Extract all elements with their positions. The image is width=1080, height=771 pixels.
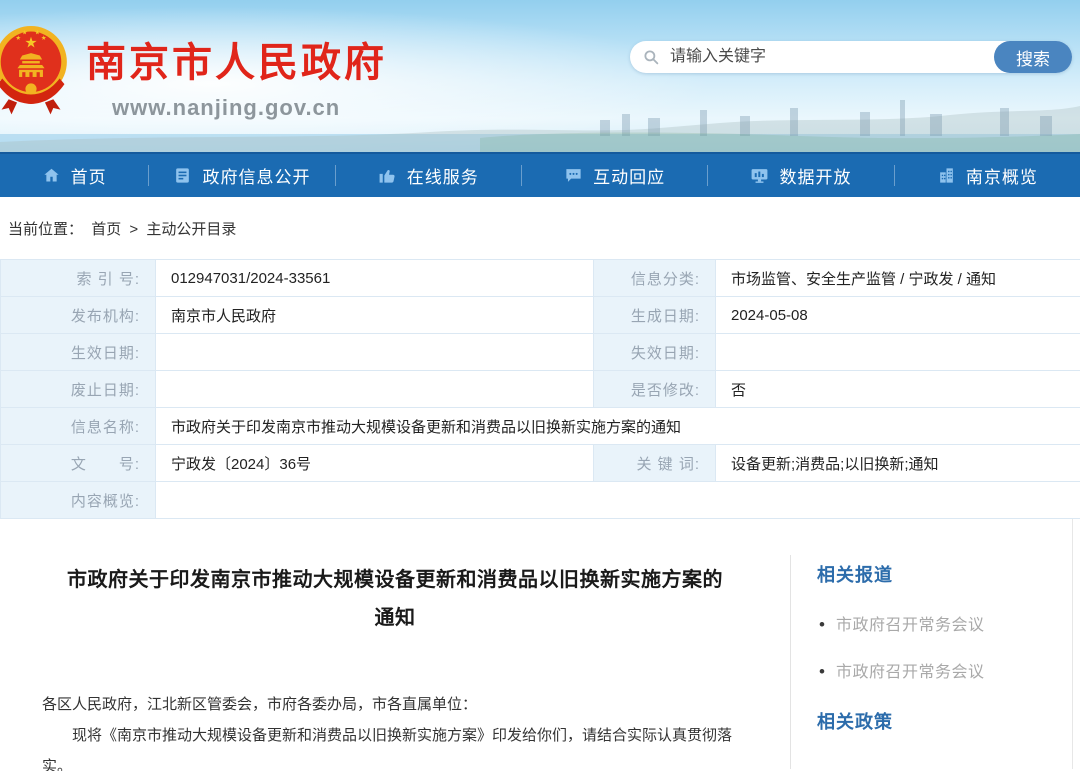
field-value-category: 市场监管、安全生产监管 / 宁政发 / 通知 <box>716 260 1080 297</box>
article-paragraph: 现将《南京市推动大规模设备更新和消费品以旧换新实施方案》印发给你们，请结合实际认… <box>42 720 748 771</box>
nav-item-home[interactable]: 首页 <box>0 154 148 197</box>
article-paragraph: 各区人民政府，江北新区管委会，市府各委办局，市各直属单位： <box>42 689 748 720</box>
table-row: 文 号: 宁政发〔2024〕36号 关 键 词: 设备更新;消费品;以旧换新;通… <box>1 445 1080 482</box>
nav-label: 在线服务 <box>407 163 479 188</box>
nav-label: 互动回应 <box>593 163 665 188</box>
article-section: 市政府关于印发南京市推动大规模设备更新和消费品以旧换新实施方案的通知 各区人民政… <box>0 519 1073 769</box>
nav-item-nanjing-overview[interactable]: 南京概览 <box>895 154 1080 197</box>
document-metadata-table: 索 引 号: 012947031/2024-33561 信息分类: 市场监管、安… <box>0 259 1080 519</box>
field-label-info-name: 信息名称: <box>1 408 156 445</box>
table-row: 废止日期: 是否修改: 否 <box>1 371 1080 408</box>
breadcrumb-current-link[interactable]: 主动公开目录 <box>146 221 236 238</box>
breadcrumb-label: 当前位置： <box>8 221 83 238</box>
article-title: 市政府关于印发南京市推动大规模设备更新和消费品以旧换新实施方案的通知 <box>67 561 723 637</box>
nav-label: 首页 <box>71 163 107 188</box>
table-row: 内容概览: <box>1 482 1080 519</box>
article-main: 市政府关于印发南京市推动大规模设备更新和消费品以旧换新实施方案的通知 各区人民政… <box>0 519 790 769</box>
field-label-abolition-date: 废止日期: <box>1 371 156 408</box>
field-label-category: 信息分类: <box>594 260 716 297</box>
building-icon <box>937 166 956 185</box>
bullet-icon: • <box>819 663 825 680</box>
page: 南京市人民政府 www.nanjing.gov.cn 搜索 首页 政府信息公开 … <box>0 0 1080 771</box>
list-item[interactable]: • 市政府召开常务会议 <box>819 658 1062 682</box>
field-label-modified: 是否修改: <box>594 371 716 408</box>
related-sidebar: 相关报道 • 市政府召开常务会议 • 市政府召开常务会议 相关政策 <box>790 555 1072 769</box>
field-value-index-no: 012947031/2024-33561 <box>156 260 594 297</box>
field-label-doc-number: 文 号: <box>1 445 156 482</box>
chat-icon <box>564 166 583 185</box>
breadcrumb: 当前位置： 首页 > 主动公开目录 <box>0 197 1080 259</box>
site-title: 南京市人民政府 <box>86 30 387 88</box>
document-icon <box>173 166 192 185</box>
field-value-issue-date: 2024-05-08 <box>716 297 1080 334</box>
sidebar-section-title-related-reports: 相关报道 <box>817 561 1062 587</box>
field-value-info-name: 市政府关于印发南京市推动大规模设备更新和消费品以旧换新实施方案的通知 <box>156 408 1080 445</box>
monitor-icon <box>750 166 769 185</box>
field-label-publisher: 发布机构: <box>1 297 156 334</box>
field-label-overview: 内容概览: <box>1 482 156 519</box>
search-button[interactable]: 搜索 <box>994 41 1072 73</box>
field-value-doc-number: 宁政发〔2024〕36号 <box>156 445 594 482</box>
search-bar: 搜索 <box>630 41 1072 73</box>
table-row: 生效日期: 失效日期: <box>1 334 1080 371</box>
list-item[interactable]: • 市政府召开常务会议 <box>819 611 1062 635</box>
national-emblem-logo <box>0 22 75 116</box>
nav-item-interaction[interactable]: 互动回应 <box>522 154 707 197</box>
sidebar-section-title-related-policies: 相关政策 <box>817 708 1062 734</box>
related-reports-list: • 市政府召开常务会议 • 市政府召开常务会议 <box>819 611 1062 682</box>
field-value-abolition-date <box>156 371 594 408</box>
breadcrumb-separator: > <box>129 221 138 238</box>
related-report-link: 市政府召开常务会议 <box>836 611 985 635</box>
nav-label: 政府信息公开 <box>202 163 310 188</box>
thumb-up-icon <box>378 166 397 185</box>
main-nav: 首页 政府信息公开 在线服务 互动回应 数据开放 南京概览 <box>0 152 1080 197</box>
field-label-effective-date: 生效日期: <box>1 334 156 371</box>
bullet-icon: • <box>819 616 825 633</box>
home-icon <box>42 166 61 185</box>
brand-block: 南京市人民政府 www.nanjing.gov.cn <box>86 30 387 121</box>
nav-item-online-services[interactable]: 在线服务 <box>336 154 521 197</box>
field-value-overview <box>156 482 1080 519</box>
field-label-issue-date: 生成日期: <box>594 297 716 334</box>
table-row: 发布机构: 南京市人民政府 生成日期: 2024-05-08 <box>1 297 1080 334</box>
related-report-link: 市政府召开常务会议 <box>836 658 985 682</box>
field-value-effective-date <box>156 334 594 371</box>
table-row: 索 引 号: 012947031/2024-33561 信息分类: 市场监管、安… <box>1 260 1080 297</box>
search-icon <box>642 48 660 66</box>
field-value-publisher: 南京市人民政府 <box>156 297 594 334</box>
nav-label: 数据开放 <box>779 163 851 188</box>
site-url: www.nanjing.gov.cn <box>112 95 387 121</box>
header-banner: 南京市人民政府 www.nanjing.gov.cn 搜索 <box>0 0 1080 152</box>
field-label-keywords: 关 键 词: <box>594 445 716 482</box>
field-value-expiry-date <box>716 334 1080 371</box>
field-label-expiry-date: 失效日期: <box>594 334 716 371</box>
nav-item-open-data[interactable]: 数据开放 <box>708 154 893 197</box>
nav-label: 南京概览 <box>966 163 1038 188</box>
table-row: 信息名称: 市政府关于印发南京市推动大规模设备更新和消费品以旧换新实施方案的通知 <box>1 408 1080 445</box>
article-body: 各区人民政府，江北新区管委会，市府各委办局，市各直属单位： 现将《南京市推动大规… <box>42 689 748 771</box>
nav-item-gov-info[interactable]: 政府信息公开 <box>149 154 334 197</box>
breadcrumb-home-link[interactable]: 首页 <box>91 221 121 238</box>
field-label-index-no: 索 引 号: <box>1 260 156 297</box>
field-value-modified: 否 <box>716 371 1080 408</box>
field-value-keywords: 设备更新;消费品;以旧换新;通知 <box>716 445 1080 482</box>
